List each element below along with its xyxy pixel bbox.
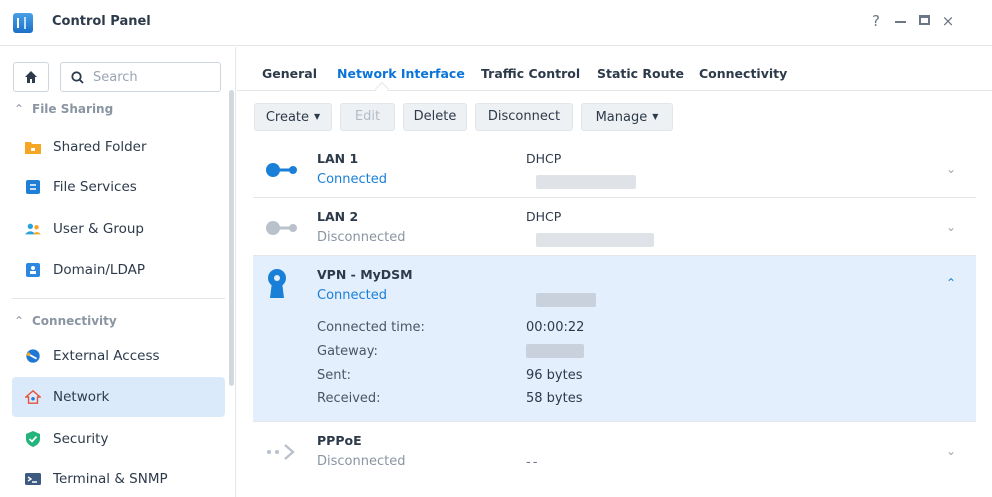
sidebar-item-external-access[interactable]: External Access xyxy=(12,336,225,376)
ethernet-connected-icon xyxy=(266,163,297,177)
sidebar-item-label: User & Group xyxy=(53,221,144,237)
shield-icon xyxy=(26,431,40,447)
sidebar-item-network[interactable]: Network xyxy=(12,377,225,417)
chevron-up-icon: ⌃ xyxy=(14,314,25,328)
search-icon xyxy=(71,71,84,84)
chevron-down-icon[interactable]: ⌄ xyxy=(946,162,956,176)
caret-down-icon: ▼ xyxy=(314,112,321,121)
interface-row-vpn[interactable]: VPN - MyDSM Connected ⌃ Connected time: … xyxy=(253,256,976,422)
sidebar-item-shared-folder[interactable]: Shared Folder xyxy=(12,127,225,167)
maximize-icon xyxy=(918,15,930,25)
redacted-gateway xyxy=(526,344,584,358)
interface-name: LAN 1 xyxy=(317,151,359,166)
chevron-down-icon[interactable]: ⌄ xyxy=(946,444,956,458)
minimize-button[interactable] xyxy=(889,12,911,23)
interface-protocol: DHCP xyxy=(526,151,562,166)
interface-row-pppoe[interactable]: PPPoE Disconnected -- ⌄ xyxy=(253,422,976,480)
interface-protocol: -- xyxy=(526,455,540,470)
caret-down-icon: ▼ xyxy=(652,112,659,121)
tab-network-interface[interactable]: Network Interface xyxy=(337,66,465,81)
manage-button[interactable]: Manage ▼ xyxy=(581,103,673,131)
sidebar-item-label: Security xyxy=(53,431,109,447)
sidebar: ⌃File Sharing Shared Folder File Service… xyxy=(0,47,236,497)
detail-label: Sent: xyxy=(317,368,351,383)
search-field[interactable] xyxy=(60,62,221,92)
sidebar-item-file-services[interactable]: File Services xyxy=(12,167,225,207)
detail-value: 96 bytes xyxy=(526,368,583,383)
sidebar-item-label: Terminal & SNMP xyxy=(53,471,168,487)
terminal-icon xyxy=(25,473,41,485)
tab-static-route[interactable]: Static Route xyxy=(597,66,684,81)
detail-label: Gateway: xyxy=(317,344,378,359)
file-services-icon xyxy=(26,180,40,194)
interface-name: LAN 2 xyxy=(317,209,359,224)
chevron-down-icon[interactable]: ⌄ xyxy=(946,220,956,234)
toolbar: Create ▼ Edit Delete Disconnect Manage ▼ xyxy=(237,92,992,138)
tab-bar: General Network Interface Traffic Contro… xyxy=(237,47,992,97)
edit-button[interactable]: Edit xyxy=(340,103,395,131)
sidebar-item-domain-ldap[interactable]: Domain/LDAP xyxy=(12,250,225,290)
interface-row-lan2[interactable]: LAN 2 Disconnected DHCP ⌄ xyxy=(253,198,976,256)
sidebar-item-terminal-snmp[interactable]: Terminal & SNMP xyxy=(12,459,225,497)
sidebar-divider xyxy=(12,298,225,299)
chevron-up-icon: ⌃ xyxy=(14,102,25,116)
sidebar-item-label: Network xyxy=(53,389,110,405)
close-button[interactable]: × xyxy=(937,12,959,30)
maximize-button[interactable] xyxy=(913,12,935,25)
home-button[interactable] xyxy=(13,62,49,92)
sidebar-item-label: Domain/LDAP xyxy=(53,262,145,278)
user-group-icon xyxy=(25,223,41,235)
redacted-address xyxy=(536,293,596,307)
interface-status: Disconnected xyxy=(317,230,406,245)
vpn-keyhole-icon xyxy=(268,269,286,298)
detail-label: Received: xyxy=(317,391,381,406)
interface-protocol: DHCP xyxy=(526,209,562,224)
detail-label: Connected time: xyxy=(317,320,425,335)
window-title: Control Panel xyxy=(52,14,151,29)
interface-row-lan1[interactable]: LAN 1 Connected DHCP ⌄ xyxy=(253,140,976,198)
control-panel-icon xyxy=(13,13,33,33)
interface-name: PPPoE xyxy=(317,433,362,448)
sidebar-item-label: File Services xyxy=(53,179,137,195)
search-input[interactable] xyxy=(93,68,213,86)
tab-traffic-control[interactable]: Traffic Control xyxy=(481,66,580,81)
title-bar: Control Panel ? × xyxy=(0,0,992,46)
domain-ldap-icon xyxy=(26,263,40,277)
detail-value: 58 bytes xyxy=(526,391,583,406)
chevron-up-icon[interactable]: ⌃ xyxy=(946,276,956,290)
shared-folder-icon xyxy=(25,142,41,154)
external-access-icon xyxy=(26,349,40,363)
pppoe-arrow-icon xyxy=(267,444,295,460)
sidebar-scrollbar[interactable] xyxy=(229,90,234,386)
ethernet-disconnected-icon xyxy=(266,221,297,235)
sidebar-item-security[interactable]: Security xyxy=(12,419,225,459)
sidebar-item-label: Shared Folder xyxy=(53,139,147,155)
disconnect-button[interactable]: Disconnect xyxy=(475,103,573,131)
help-button[interactable]: ? xyxy=(865,12,887,30)
interface-status: Disconnected xyxy=(317,454,406,469)
minimize-icon xyxy=(894,21,906,23)
detail-value: 00:00:22 xyxy=(526,320,585,335)
interface-name: VPN - MyDSM xyxy=(317,267,413,282)
sidebar-item-label: External Access xyxy=(53,348,160,364)
delete-button[interactable]: Delete xyxy=(403,103,467,131)
tab-general[interactable]: General xyxy=(262,66,317,81)
interface-status: Connected xyxy=(317,172,388,187)
redacted-address xyxy=(536,233,654,247)
create-button[interactable]: Create ▼ xyxy=(254,103,332,131)
main-panel: General Network Interface Traffic Contro… xyxy=(237,47,992,497)
section-connectivity[interactable]: ⌃ Connectivity xyxy=(14,314,117,328)
home-icon xyxy=(25,71,37,83)
section-file-sharing[interactable]: ⌃ File Sharing xyxy=(14,102,113,116)
interface-status: Connected xyxy=(317,288,388,303)
redacted-address xyxy=(536,175,636,189)
sidebar-item-user-group[interactable]: User & Group xyxy=(12,209,225,249)
tab-connectivity[interactable]: Connectivity xyxy=(699,66,787,81)
network-icon xyxy=(25,389,41,404)
